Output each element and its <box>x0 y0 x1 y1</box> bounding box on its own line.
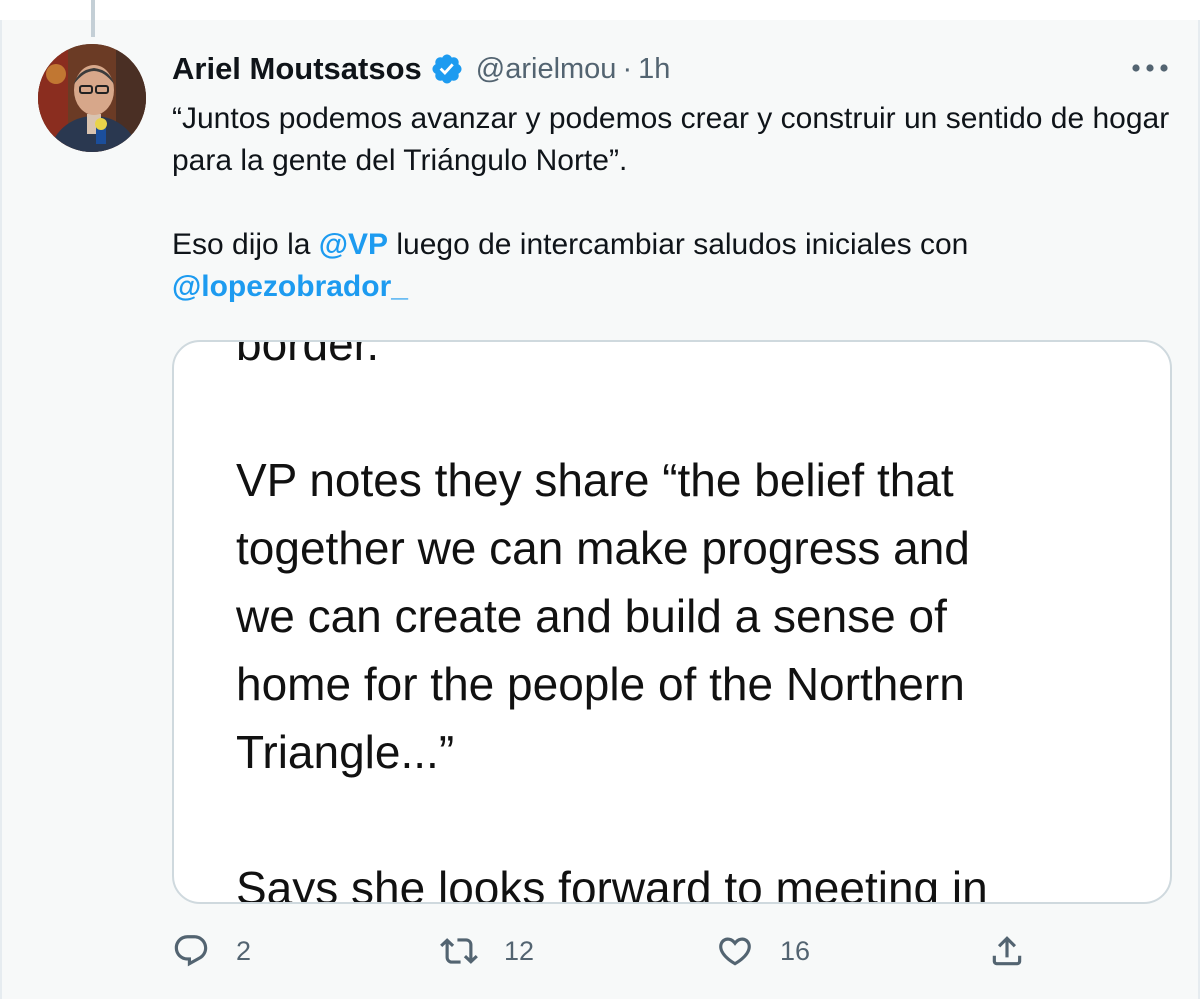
top-strip <box>0 0 1200 20</box>
tweet-text-prefix: Eso dijo la <box>172 228 319 261</box>
more-options-icon[interactable] <box>1128 56 1172 80</box>
retweet-icon <box>440 938 478 964</box>
media-line: together we can make progress and <box>236 522 970 574</box>
retweet-button[interactable]: 12 <box>440 926 534 976</box>
media-screenshot-text: border. VP notes they share “the belief … <box>236 340 1136 904</box>
author-name[interactable]: Ariel Moutsatsos <box>172 51 422 87</box>
share-icon <box>992 936 1022 966</box>
like-button[interactable]: 16 <box>716 926 810 976</box>
verified-badge-icon <box>430 52 464 86</box>
share-button[interactable] <box>988 926 1026 976</box>
media-line: home for the people of the Northern <box>236 658 965 710</box>
media-line: Triangle...” <box>236 726 455 778</box>
avatar[interactable] <box>38 44 146 152</box>
tweet-actions: 2 12 16 <box>172 926 1132 976</box>
mention-lopezobrador-link[interactable]: @lopezobrador_ <box>172 270 408 303</box>
heart-icon <box>719 937 751 966</box>
like-count: 16 <box>780 935 811 966</box>
tweet-quote: “Juntos podemos avanzar y podemos crear … <box>172 102 1170 177</box>
tweet-paragraph: Eso dijo la @VP luego de intercambiar sa… <box>172 224 1172 308</box>
separator-dot: · <box>622 52 633 85</box>
author-handle[interactable]: @arielmou <box>476 53 617 86</box>
reply-count: 2 <box>236 935 252 966</box>
reply-button[interactable]: 2 <box>172 926 251 976</box>
retweet-count: 12 <box>504 935 535 966</box>
media-line: VP notes they share “the belief that <box>236 454 954 506</box>
thread-connector-line <box>91 0 95 37</box>
tweet-text-middle: luego de intercambiar saludos iniciales … <box>388 228 969 261</box>
media-line-top: border. <box>236 340 380 370</box>
tweet-media-image[interactable]: border. VP notes they share “the belief … <box>172 340 1172 904</box>
media-line: we can create and build a sense of <box>236 590 947 642</box>
mention-vp-link[interactable]: @VP <box>319 228 388 261</box>
media-line-bottom: Says she looks forward to meeting in <box>236 862 988 904</box>
tweet-header: Ariel Moutsatsos @arielmou · 1h <box>172 48 670 90</box>
tweet-text: “Juntos podemos avanzar y podemos crear … <box>172 98 1172 308</box>
left-border <box>0 20 2 999</box>
timestamp[interactable]: 1h <box>638 53 670 86</box>
reply-icon <box>174 935 208 967</box>
